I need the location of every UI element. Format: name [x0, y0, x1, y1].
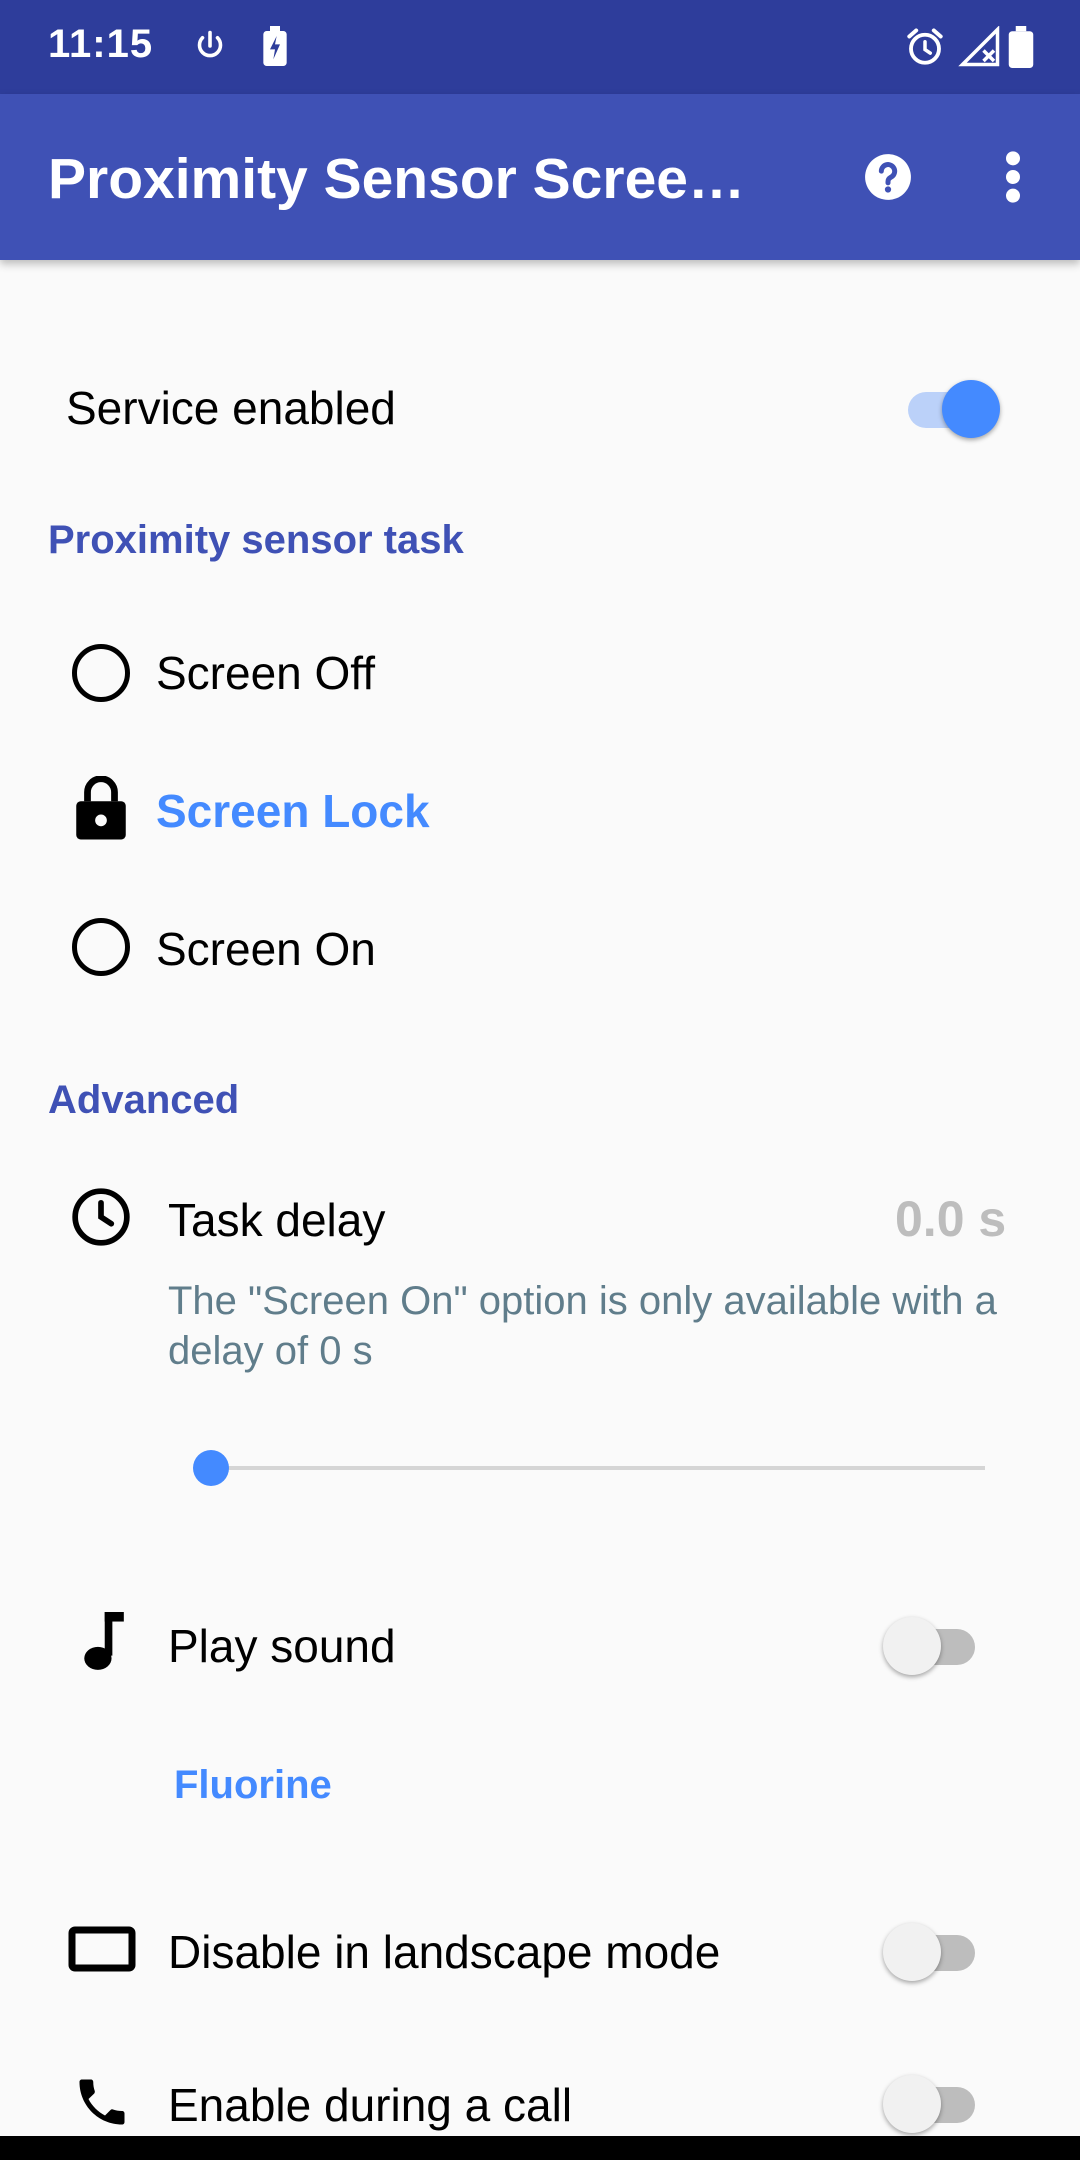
task-delay-label: Task delay: [168, 1194, 386, 1246]
overflow-menu-icon: [1006, 151, 1020, 203]
status-bar: 11:15: [0, 0, 1080, 94]
battery-saver-icon: [262, 26, 288, 71]
overflow-menu-button[interactable]: [975, 139, 1051, 215]
section-header-task: Proximity sensor task: [48, 518, 464, 562]
alarm-icon: [904, 26, 946, 73]
call-label: Enable during a call: [168, 2079, 573, 2131]
service-enabled-label: Service enabled: [66, 382, 396, 434]
option-label: Screen On: [156, 923, 376, 975]
switch-thumb: [883, 1617, 941, 1675]
landscape-icon: [68, 1926, 136, 1977]
task-delay-summary: The "Screen On" option is only available…: [168, 1279, 997, 1373]
sound-name: Fluorine: [174, 1763, 332, 1807]
lock-icon: [74, 775, 128, 845]
app-bar: Proximity Sensor Screen…: [0, 94, 1080, 260]
slider-track: [210, 1466, 985, 1470]
status-time: 11:15: [48, 22, 154, 66]
help-button[interactable]: [850, 139, 926, 215]
battery-icon: [1008, 26, 1034, 73]
switch-thumb: [883, 1923, 941, 1981]
music-note-icon: [80, 1612, 124, 1677]
app-title: Proximity Sensor Screen…: [48, 147, 748, 211]
clock-icon: [70, 1186, 132, 1253]
call-switch[interactable]: [883, 2072, 983, 2133]
signal-no-data-icon: [958, 25, 1002, 73]
task-delay-value: 0.0 s: [895, 1191, 1007, 1247]
phone-icon: [72, 2072, 132, 2137]
help-icon: [865, 154, 911, 200]
landscape-switch[interactable]: [883, 1920, 983, 1981]
play-sound-switch[interactable]: [883, 1614, 983, 1675]
navigation-bar: [0, 2136, 1080, 2160]
landscape-label: Disable in landscape mode: [168, 1926, 721, 1978]
section-header-advanced: Advanced: [48, 1078, 240, 1122]
switch-thumb: [883, 2075, 941, 2133]
radio-unchecked-icon[interactable]: [72, 644, 130, 702]
radio-unchecked-icon[interactable]: [72, 918, 130, 976]
switch-thumb: [942, 380, 1000, 438]
play-sound-label: Play sound: [168, 1620, 396, 1672]
service-enabled-switch[interactable]: [900, 377, 1000, 438]
option-label: Screen Lock: [156, 785, 430, 837]
slider-thumb[interactable]: [193, 1450, 229, 1486]
option-label: Screen Off: [156, 647, 376, 699]
power-icon: [192, 26, 228, 71]
